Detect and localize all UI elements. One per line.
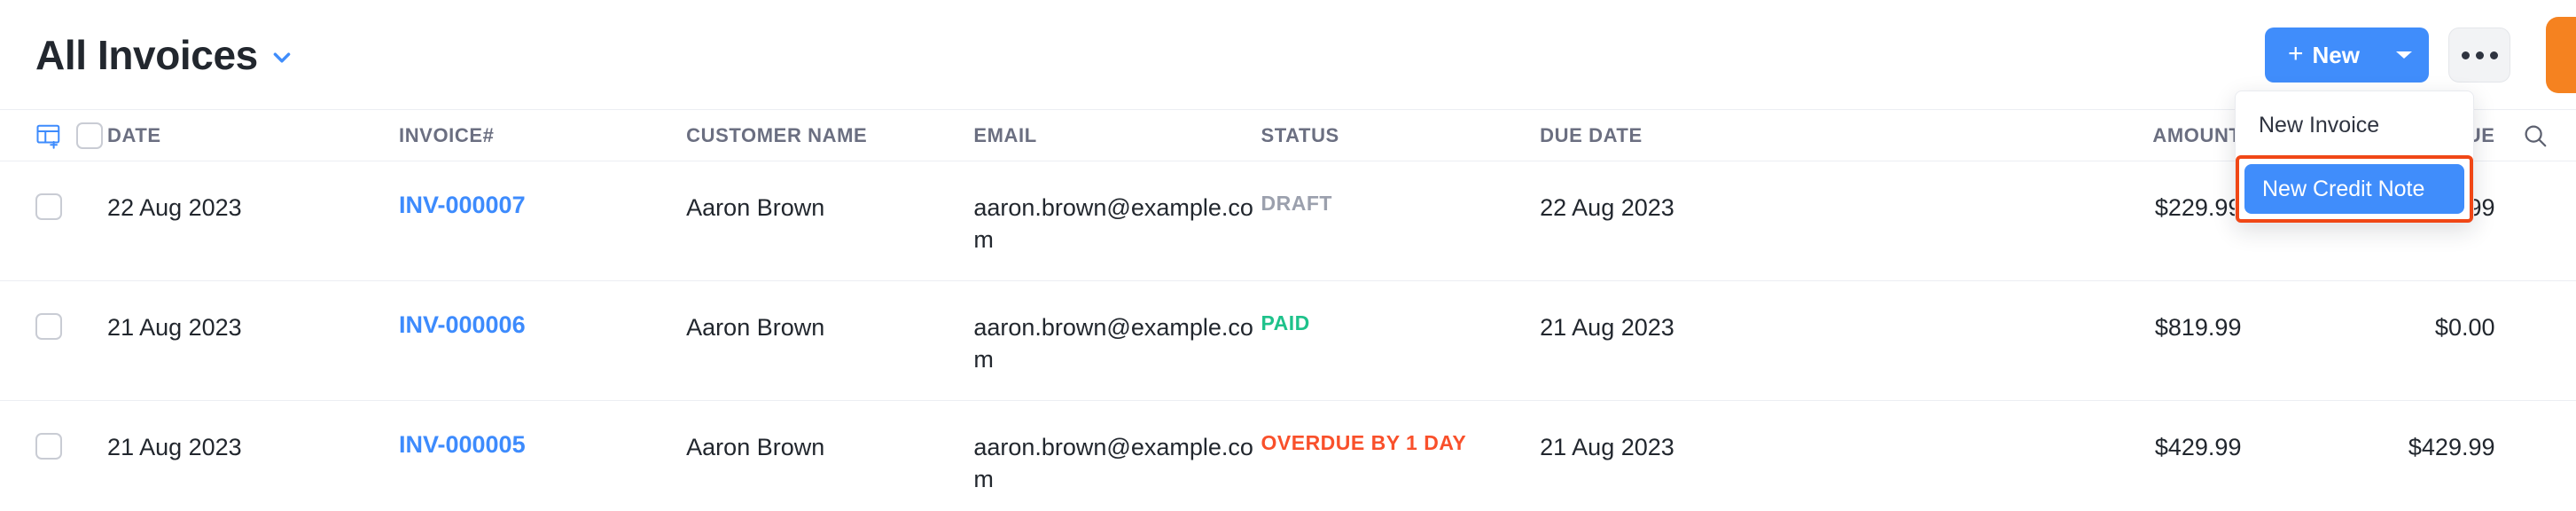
search-icon[interactable] — [2522, 122, 2549, 149]
table-row[interactable]: 21 Aug 2023 INV-000006 Aaron Brown aaron… — [0, 281, 2576, 401]
page-header: All Invoices + New — [0, 0, 2576, 110]
new-button-dropdown-toggle[interactable] — [2379, 28, 2429, 83]
row-checkbox[interactable] — [35, 193, 62, 220]
cell-due-date: 21 Aug 2023 — [1540, 314, 1674, 341]
new-button[interactable]: + New — [2265, 28, 2429, 83]
table-header-controls — [0, 122, 107, 149]
new-dropdown-menu: New Invoice New Credit Note — [2235, 90, 2474, 224]
cell-balance-due: $429.99 — [2408, 434, 2495, 460]
cell-due-date: 22 Aug 2023 — [1540, 194, 1674, 221]
cell-amount: $429.99 — [2154, 434, 2242, 460]
menu-item-new-credit-note-highlight: New Credit Note — [2236, 155, 2473, 223]
row-checkbox[interactable] — [35, 313, 62, 340]
column-header-amount[interactable]: AMOUNT — [2152, 124, 2241, 146]
page-title: All Invoices — [35, 31, 258, 78]
column-header-email[interactable]: EMAIL — [973, 124, 1036, 146]
cell-customer-name: Aaron Brown — [686, 314, 825, 341]
chevron-down-icon[interactable] — [270, 41, 293, 69]
invoices-page: All Invoices + New New Invoice New Credi… — [0, 0, 2576, 511]
cell-email: aaron.brown@example.com — [973, 194, 1253, 254]
table-row[interactable]: 22 Aug 2023 INV-000007 Aaron Brown aaron… — [0, 161, 2576, 281]
invoices-table: DATE INVOICE# CUSTOMER NAME EMAIL STATUS… — [0, 110, 2576, 511]
select-all-checkbox[interactable] — [76, 122, 103, 149]
cell-invoice-link[interactable]: INV-000006 — [399, 311, 526, 338]
new-button-main[interactable]: + New — [2265, 28, 2379, 83]
cell-invoice-link[interactable]: INV-000005 — [399, 431, 526, 458]
cell-email: aaron.brown@example.com — [973, 314, 1253, 373]
ellipsis-icon — [2475, 51, 2484, 59]
column-header-customer-name[interactable]: CUSTOMER NAME — [686, 124, 867, 146]
column-header-invoice[interactable]: INVOICE# — [399, 124, 495, 146]
edge-help-tab[interactable] — [2546, 17, 2576, 93]
cell-customer-name: Aaron Brown — [686, 194, 825, 221]
status-badge: PAID — [1261, 311, 1310, 334]
column-header-status[interactable]: STATUS — [1261, 124, 1339, 146]
cell-amount: $229.99 — [2154, 194, 2242, 221]
row-checkbox[interactable] — [35, 433, 62, 460]
column-header-due-date[interactable]: DUE DATE — [1540, 124, 1643, 146]
table-add-column-icon[interactable] — [35, 122, 62, 149]
table-header-row: DATE INVOICE# CUSTOMER NAME EMAIL STATUS… — [0, 110, 2576, 161]
cell-date: 21 Aug 2023 — [107, 314, 242, 341]
more-options-button[interactable] — [2448, 28, 2510, 83]
ellipsis-icon — [2489, 51, 2498, 59]
cell-date: 21 Aug 2023 — [107, 434, 242, 460]
page-title-group[interactable]: All Invoices — [35, 35, 293, 75]
status-badge: OVERDUE BY 1 DAY — [1261, 431, 1467, 454]
status-badge: DRAFT — [1261, 192, 1332, 215]
table-body: 22 Aug 2023 INV-000007 Aaron Brown aaron… — [0, 161, 2576, 511]
cell-invoice-link[interactable]: INV-000007 — [399, 192, 526, 218]
cell-date: 22 Aug 2023 — [107, 194, 242, 221]
caret-down-icon — [2396, 51, 2412, 59]
table-row[interactable]: 21 Aug 2023 INV-000005 Aaron Brown aaron… — [0, 401, 2576, 511]
plus-icon: + — [2288, 39, 2304, 68]
menu-item-new-invoice[interactable]: New Invoice — [2236, 100, 2473, 150]
ellipsis-icon — [2461, 51, 2470, 59]
cell-email: aaron.brown@example.com — [973, 434, 1253, 493]
cell-balance-due: $0.00 — [2434, 314, 2495, 341]
cell-due-date: 21 Aug 2023 — [1540, 434, 1674, 460]
new-button-label: New — [2312, 41, 2360, 68]
cell-customer-name: Aaron Brown — [686, 434, 825, 460]
cell-amount: $819.99 — [2154, 314, 2242, 341]
column-header-date[interactable]: DATE — [107, 124, 161, 146]
menu-item-new-credit-note[interactable]: New Credit Note — [2244, 164, 2464, 214]
